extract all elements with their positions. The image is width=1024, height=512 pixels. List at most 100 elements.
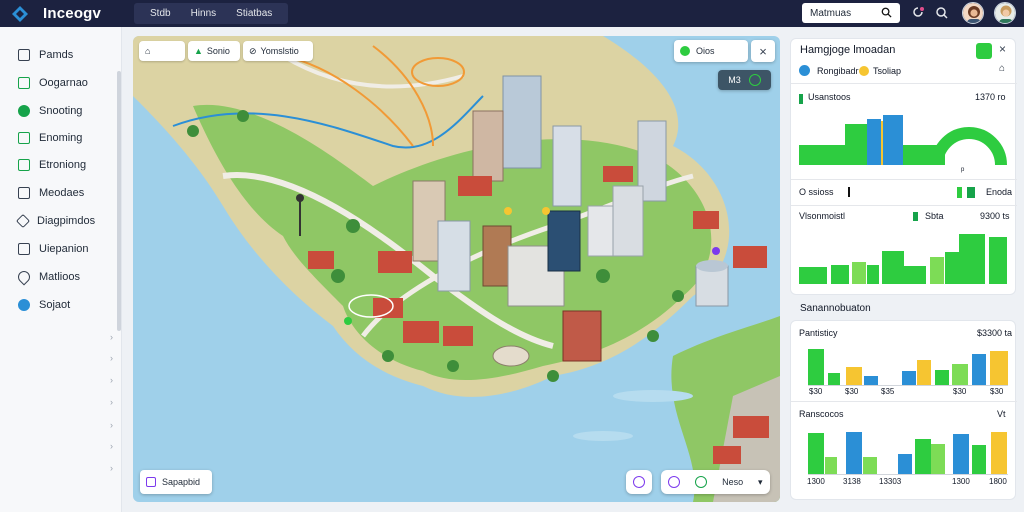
map-bottom-controls[interactable]: Neso ▾ (661, 470, 770, 494)
chart-bar (883, 115, 903, 165)
nav-item-1[interactable]: Stdb (140, 8, 181, 19)
mode-label: Neso (722, 477, 744, 487)
tag-1: Rongibadr (817, 66, 859, 76)
x-tick-label: 1800 (989, 477, 1007, 486)
nav-item-3[interactable]: Stiatbas (226, 8, 282, 19)
chip-label: Sonio (206, 46, 230, 56)
section-label: Vlsonmoistl (799, 211, 846, 221)
sidebar-item-1[interactable]: Oogarnao (18, 77, 88, 89)
close-icon[interactable]: × (999, 42, 1006, 56)
sidebar-item-9[interactable]: Sojaot (18, 299, 70, 311)
close-button[interactable]: × (751, 40, 775, 62)
financial-panel: Pantisticy $3300 ta $30 $30 $35 $30 $30 … (790, 320, 1017, 500)
status-indicator-icon (957, 187, 962, 198)
x-tick-label: 13303 (879, 477, 902, 486)
chevron-right-icon[interactable]: › (110, 463, 113, 473)
map-chip-layers[interactable]: ▲ Sonio (188, 41, 240, 61)
sidebar-item-5[interactable]: Meodaes (18, 187, 84, 199)
row-value: Enoda (986, 187, 1013, 197)
chevron-right-icon[interactable]: › (110, 332, 113, 342)
sidebar-item-label: Matlioos (39, 271, 80, 283)
status-indicator-icon (967, 187, 975, 198)
chart-bar (902, 371, 916, 385)
sidebar-item-7[interactable]: Uiepanion (18, 243, 89, 255)
sidebar-scrollbar[interactable] (117, 71, 121, 331)
chart-bar (902, 266, 926, 284)
search-icon[interactable] (881, 7, 892, 21)
sidebar-item-2[interactable]: Snooting (18, 105, 82, 117)
chart-baseline (808, 474, 1008, 475)
chip-label: Oios (696, 46, 715, 56)
logo-icon (11, 5, 29, 23)
map-legend-button[interactable]: Sapapbid (140, 470, 212, 494)
status-indicator-icon (913, 212, 918, 221)
chevron-right-icon[interactable]: › (110, 441, 113, 451)
chevron-right-icon[interactable]: › (110, 420, 113, 430)
chevron-right-icon[interactable]: › (110, 353, 113, 363)
city-map[interactable]: ⌂ ▲ Sonio ⊘ Yomslstio Oios × M3 Sapapbid… (133, 36, 780, 502)
clock-icon[interactable] (695, 476, 708, 488)
gauge-chart (931, 127, 1007, 166)
cloud-icon[interactable]: ⌂ (999, 63, 1005, 74)
chart-bar (898, 454, 912, 474)
sidebar-item-4[interactable]: Etroniong (18, 159, 86, 171)
notification-icon[interactable] (910, 5, 926, 21)
sidebar-item-0[interactable]: Pamds (18, 49, 73, 61)
checkbox-icon (18, 159, 30, 171)
map-action-button[interactable] (626, 470, 652, 494)
map-mode-toggle[interactable]: M3 (718, 70, 771, 90)
x-tick-label: 3138 (843, 477, 861, 486)
tree-icon: ▲ (194, 46, 203, 56)
sidebar-item-8[interactable]: Matlioos (15, 268, 80, 286)
chevron-down-icon[interactable]: ▾ (758, 477, 763, 488)
sidebar-item-label: Enoming (39, 132, 83, 144)
chart-bar (945, 252, 959, 284)
section-header-label: Sanannobuaton (800, 303, 871, 314)
map-info-chip[interactable]: Oios (674, 40, 748, 62)
sidebar-item-label: Uiepanion (39, 243, 89, 255)
avatar[interactable] (962, 2, 984, 24)
metric-value: 1370 ro (975, 92, 1006, 102)
chart-bar (917, 360, 931, 385)
chart-baseline (808, 385, 1008, 386)
map-chip-filter[interactable]: ⊘ Yomslstio (243, 41, 313, 61)
chart-bar (831, 265, 849, 284)
checkbox-icon (146, 477, 156, 487)
map-illustration (133, 36, 780, 502)
chevron-right-icon[interactable]: › (110, 375, 113, 385)
chart-bar (972, 445, 986, 474)
chart-bar (989, 237, 1007, 284)
avatar-secondary[interactable] (994, 2, 1016, 24)
chart-bar (864, 376, 878, 385)
chart-bar (799, 145, 845, 165)
section-header: Sanannobuaton (790, 301, 1016, 317)
nav-item-2[interactable]: Hinns (181, 8, 227, 19)
chart-bar (991, 432, 1007, 474)
chevron-right-icon[interactable]: › (110, 397, 113, 407)
chart-bar (882, 251, 904, 284)
search-text: Matmuas (810, 7, 852, 19)
chart-bar (846, 367, 862, 385)
section-label: Ranscocos (799, 409, 844, 419)
section-label: Pantisticy (799, 328, 838, 338)
sidebar-item-label: Snooting (39, 105, 83, 117)
leaf-icon (18, 105, 30, 117)
leaf-icon[interactable] (976, 43, 992, 59)
location-pin-icon (15, 268, 33, 286)
sidebar-item-6[interactable]: Diagpimdos (15, 213, 95, 229)
x-tick-label: $30 (809, 387, 823, 396)
sidebar-item-3[interactable]: Enoming (18, 132, 82, 144)
chart-bar (828, 373, 840, 385)
x-tick-label: 1300 (807, 477, 825, 486)
search-input[interactable]: Matmuas (802, 3, 900, 23)
section-value: 9300 ts (980, 211, 1010, 221)
target-icon[interactable] (668, 476, 681, 488)
globe-icon (18, 299, 30, 311)
gauge-label: p (961, 167, 965, 173)
sidebar-item-label: Etroniong (39, 159, 87, 171)
x-tick-label: 1300 (952, 477, 970, 486)
chip-label: Yomslstio (260, 46, 299, 56)
search-icon-secondary[interactable] (934, 5, 950, 21)
close-icon: × (759, 43, 767, 59)
map-chip-home[interactable]: ⌂ (139, 41, 185, 61)
